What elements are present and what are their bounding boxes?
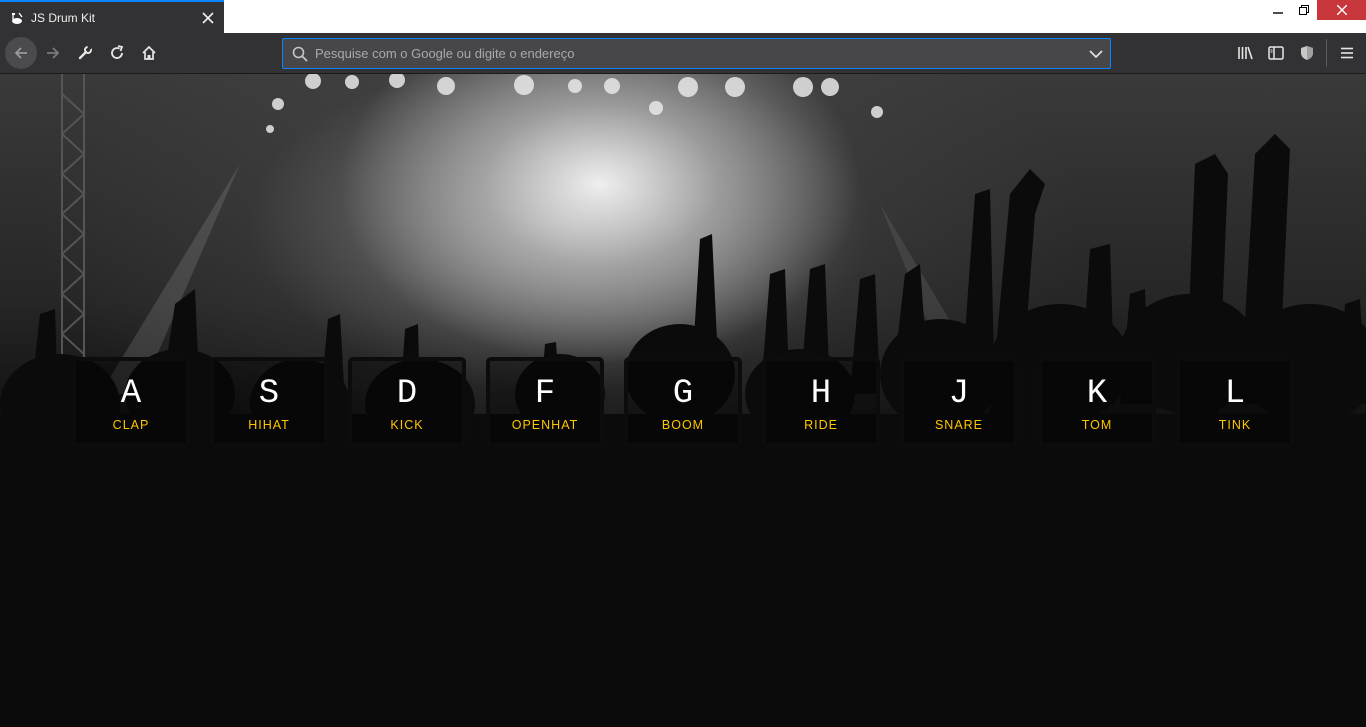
tab-title: JS Drum Kit xyxy=(31,10,96,25)
tab-close-icon[interactable] xyxy=(194,4,222,32)
wrench-icon[interactable] xyxy=(70,38,100,68)
key-letter: F xyxy=(534,375,556,413)
drum-key-k[interactable]: K TOM xyxy=(1038,357,1156,447)
drum-key-f[interactable]: F OPENHAT xyxy=(486,357,604,447)
search-icon xyxy=(285,39,315,68)
browser-tab[interactable]: JS Drum Kit xyxy=(0,0,224,33)
drum-key-h[interactable]: H RIDE xyxy=(762,357,880,447)
drum-key-s[interactable]: S HIHAT xyxy=(210,357,328,447)
key-letter: K xyxy=(1086,375,1108,413)
drum-key-a[interactable]: A CLAP xyxy=(72,357,190,447)
url-input[interactable] xyxy=(315,39,1082,68)
sidebar-icon[interactable] xyxy=(1261,38,1291,68)
key-sound-label: HIHAT xyxy=(248,418,290,432)
title-bar: JS Drum Kit xyxy=(0,0,1366,33)
drum-key-l[interactable]: L TINK xyxy=(1176,357,1294,447)
hamburger-menu-icon[interactable] xyxy=(1332,38,1362,68)
key-sound-label: TOM xyxy=(1081,418,1113,432)
key-letter: A xyxy=(120,375,142,413)
chevron-down-icon[interactable] xyxy=(1082,39,1110,68)
drum-key-g[interactable]: G BOOM xyxy=(624,357,742,447)
key-letter: J xyxy=(948,375,970,413)
url-bar[interactable] xyxy=(282,38,1111,69)
key-sound-label: SNARE xyxy=(934,418,984,432)
drum-key-j[interactable]: J SNARE xyxy=(900,357,1018,447)
key-sound-label: OPENHAT xyxy=(511,418,579,432)
navigation-toolbar xyxy=(0,33,1366,74)
key-sound-label: CLAP xyxy=(112,418,150,432)
key-letter: D xyxy=(396,375,418,413)
toolbar-separator xyxy=(1326,39,1327,67)
drum-kit-page: A CLAP S HIHAT D KICK F OPENHAT G BOOM H… xyxy=(0,74,1366,727)
forward-arrow-icon[interactable] xyxy=(38,38,68,68)
key-letter: H xyxy=(810,375,832,413)
key-letter: G xyxy=(672,375,694,413)
restore-window-icon[interactable] xyxy=(1290,0,1318,20)
key-sound-label: TINK xyxy=(1218,418,1252,432)
key-letter: S xyxy=(258,375,280,413)
key-letter: L xyxy=(1224,375,1246,413)
minimize-window-icon[interactable] xyxy=(1264,0,1292,20)
shield-icon[interactable] xyxy=(1292,38,1322,68)
back-arrow-icon[interactable] xyxy=(5,37,37,69)
reload-icon[interactable] xyxy=(102,38,132,68)
drum-favicon-icon xyxy=(10,11,24,25)
library-icon[interactable] xyxy=(1230,38,1260,68)
key-sound-label: BOOM xyxy=(661,418,705,432)
drum-keys: A CLAP S HIHAT D KICK F OPENHAT G BOOM H… xyxy=(72,357,1294,447)
key-sound-label: KICK xyxy=(390,418,424,432)
key-sound-label: RIDE xyxy=(804,418,838,432)
close-window-icon[interactable] xyxy=(1317,0,1366,20)
home-icon[interactable] xyxy=(134,38,164,68)
drum-key-d[interactable]: D KICK xyxy=(348,357,466,447)
